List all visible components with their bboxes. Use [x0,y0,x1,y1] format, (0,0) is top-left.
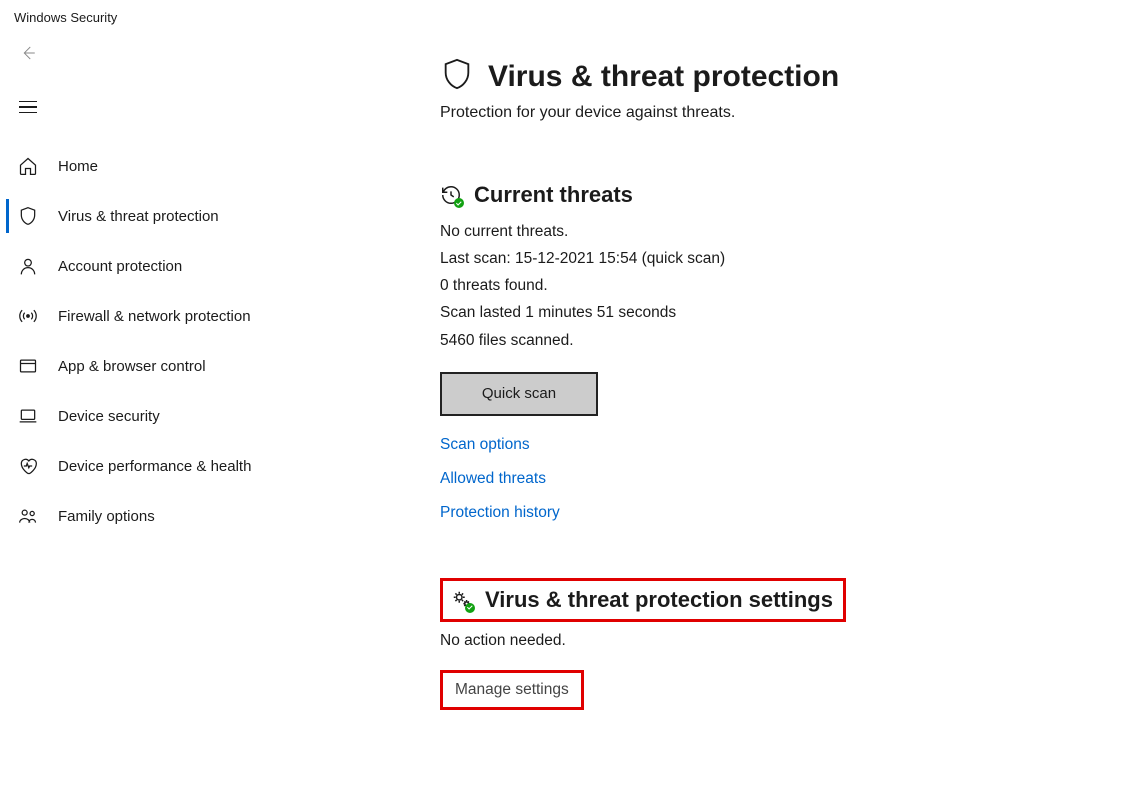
people-icon [18,506,46,526]
heart-icon [18,456,46,476]
sidebar-item-home[interactable]: Home [6,141,440,191]
sidebar-item-label: Firewall & network protection [58,308,251,325]
hamburger-button[interactable] [6,85,50,129]
sidebar-item-family[interactable]: Family options [6,491,440,541]
section-title: Current threats [474,182,633,208]
sidebar-item-device-security[interactable]: Device security [6,391,440,441]
manage-settings-highlight: Manage settings [440,670,584,710]
settings-gear-icon [451,589,473,611]
sidebar-item-virus-threat[interactable]: Virus & threat protection [6,191,440,241]
sidebar-item-label: Device performance & health [58,458,251,475]
shield-icon [18,206,46,226]
protection-history-link[interactable]: Protection history [440,504,1124,522]
app-title: Windows Security [0,0,1124,25]
sidebar-item-label: Family options [58,508,155,525]
scan-history-icon [440,184,462,206]
sidebar-item-label: Account protection [58,258,182,275]
files-scanned-text: 5460 files scanned. [440,327,1124,354]
allowed-threats-link[interactable]: Allowed threats [440,470,1124,488]
sidebar-item-label: App & browser control [58,358,206,375]
settings-header-highlight: Virus & threat protection settings [440,578,846,622]
last-scan-text: Last scan: 15-12-2021 15:54 (quick scan) [440,245,1124,272]
threats-found-text: 0 threats found. [440,272,1124,299]
sidebar-item-label: Device security [58,408,160,425]
scan-options-link[interactable]: Scan options [440,436,1124,454]
sidebar-item-firewall[interactable]: Firewall & network protection [6,291,440,341]
person-icon [18,256,46,276]
sidebar-item-label: Virus & threat protection [58,208,219,225]
hamburger-icon [19,101,37,114]
quick-scan-button[interactable]: Quick scan [440,372,598,416]
laptop-icon [18,406,46,426]
shield-icon [440,57,474,96]
back-arrow-icon [19,44,37,62]
scan-duration-text: Scan lasted 1 minutes 51 seconds [440,299,1124,326]
sidebar-item-performance[interactable]: Device performance & health [6,441,440,491]
window-icon [18,356,46,376]
page-subtitle: Protection for your device against threa… [440,104,1124,122]
sidebar: Home Virus & threat protection Account p… [0,31,440,798]
settings-section: Virus & threat protection settings No ac… [440,578,1124,710]
manage-settings-link[interactable]: Manage settings [455,681,569,698]
back-button[interactable] [6,31,50,75]
page-title: Virus & threat protection [488,60,839,94]
sidebar-item-label: Home [58,158,98,175]
no-threats-text: No current threats. [440,218,1124,245]
sidebar-item-app-browser[interactable]: App & browser control [6,341,440,391]
sidebar-item-account[interactable]: Account protection [6,241,440,291]
settings-note: No action needed. [440,632,1124,650]
antenna-icon [18,306,46,326]
settings-section-title: Virus & threat protection settings [485,587,833,613]
main-content: Virus & threat protection Protection for… [440,31,1124,798]
home-icon [18,156,46,176]
current-threats-section: Current threats No current threats. Last… [440,182,1124,522]
